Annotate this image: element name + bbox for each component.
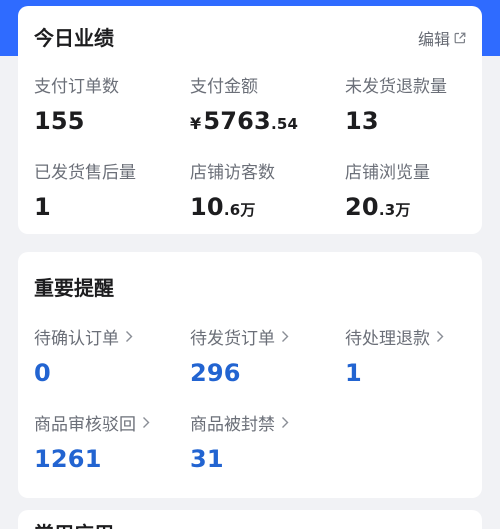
reminder-value: 1 bbox=[345, 359, 362, 387]
metric-label: 支付金额 bbox=[190, 77, 258, 97]
metric-label: 店铺访客数 bbox=[190, 163, 275, 183]
metric-store-pageviews[interactable]: 店铺浏览量 20.3万 bbox=[345, 158, 495, 221]
external-edit-icon bbox=[454, 32, 466, 44]
reminder-label: 待确认订单 bbox=[34, 329, 119, 349]
metric-value: 13 bbox=[345, 107, 379, 135]
metric-shipped-aftersales[interactable]: 已发货售后量 1 bbox=[34, 158, 184, 221]
reminder-label: 待发货订单 bbox=[190, 329, 275, 349]
reminders-title: 重要提醒 bbox=[34, 276, 114, 300]
reminder-label: 待处理退款 bbox=[345, 329, 430, 349]
metric-paid-orders[interactable]: 支付订单数 155 bbox=[34, 72, 184, 135]
chevron-right-icon bbox=[125, 330, 133, 343]
reminder-banned-products[interactable]: 商品被封禁 31 bbox=[190, 410, 340, 473]
reminder-value: 1261 bbox=[34, 445, 102, 473]
edit-button[interactable]: 编辑 bbox=[418, 26, 466, 50]
metric-label: 未发货退款量 bbox=[345, 77, 447, 97]
chevron-right-icon bbox=[281, 416, 289, 429]
apps-card: 常用应用 bbox=[18, 510, 482, 529]
metric-label: 支付订单数 bbox=[34, 77, 119, 97]
chevron-right-icon bbox=[281, 330, 289, 343]
apps-title: 常用应用 bbox=[34, 518, 114, 529]
metric-value: 1 bbox=[34, 193, 51, 221]
reminder-pending-confirm[interactable]: 待确认订单 0 bbox=[34, 324, 184, 387]
reminder-label: 商品被封禁 bbox=[190, 415, 275, 435]
chevron-right-icon bbox=[436, 330, 444, 343]
reminders-card: 重要提醒 待确认订单 0 待发货订单 296 待处理退款 1 商品审核驳回 12… bbox=[18, 252, 482, 498]
edit-label: 编辑 bbox=[417, 30, 450, 49]
reminder-pending-refund[interactable]: 待处理退款 1 bbox=[345, 324, 495, 387]
metric-label: 店铺浏览量 bbox=[345, 163, 430, 183]
reminder-label: 商品审核驳回 bbox=[34, 415, 136, 435]
reminder-value: 31 bbox=[190, 445, 224, 473]
metric-value: 20.3万 bbox=[345, 193, 411, 221]
reminder-value: 296 bbox=[190, 359, 241, 387]
performance-title: 今日业绩 bbox=[34, 26, 114, 50]
metric-store-visitors[interactable]: 店铺访客数 10.6万 bbox=[190, 158, 340, 221]
reminder-review-rejected[interactable]: 商品审核驳回 1261 bbox=[34, 410, 184, 473]
metric-paid-amount[interactable]: 支付金额 ¥5763.54 bbox=[190, 72, 340, 135]
performance-card: 今日业绩 编辑 支付订单数 155 支付金额 ¥5763.54 未发货退款量 1… bbox=[18, 6, 482, 234]
metric-value: ¥5763.54 bbox=[190, 107, 299, 135]
metric-unshipped-refunds[interactable]: 未发货退款量 13 bbox=[345, 72, 495, 135]
metric-value: 10.6万 bbox=[190, 193, 256, 221]
chevron-right-icon bbox=[142, 416, 150, 429]
reminder-value: 0 bbox=[34, 359, 51, 387]
reminder-pending-ship[interactable]: 待发货订单 296 bbox=[190, 324, 340, 387]
metric-value: 155 bbox=[34, 107, 85, 135]
metric-label: 已发货售后量 bbox=[34, 163, 136, 183]
